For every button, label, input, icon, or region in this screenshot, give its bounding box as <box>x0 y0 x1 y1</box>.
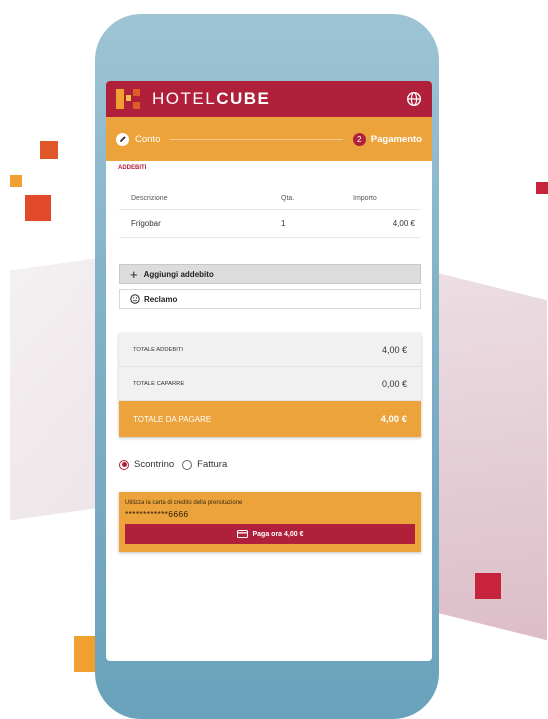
total-due-row: TOTALE DA PAGARE 4,00 € <box>119 401 421 437</box>
hotelcube-logo-icon <box>116 89 140 109</box>
pay-now-label: Paga ora 4,00 € <box>252 530 304 538</box>
pay-now-button[interactable]: Paga ora 4,00 € <box>125 524 415 544</box>
claim-label: Reclamo <box>144 294 178 304</box>
total-due-value: 4,00 € <box>380 413 407 425</box>
masked-card-number: ************6666 <box>125 509 189 519</box>
add-charge-button[interactable]: + Aggiungi addebito <box>119 264 421 284</box>
brand-name-bold: CUBE <box>216 89 271 108</box>
decor-square <box>40 141 58 159</box>
column-header-amount: Importo <box>353 194 377 202</box>
document-type-selector: Scontrino Fattura <box>119 459 432 470</box>
pencil-icon[interactable] <box>116 132 129 146</box>
plus-icon: + <box>130 266 138 282</box>
table-header: Descrizione Qta. Importo <box>119 187 421 210</box>
total-due-label: TOTALE DA PAGARE <box>133 414 212 424</box>
brand-name-light: HOTEL <box>152 89 217 108</box>
step-number-badge: 2 <box>352 132 366 146</box>
decor-square <box>25 195 51 221</box>
app-screen: HOTELCUBE Conto 2 Pagamento ADDEBITI Des… <box>106 81 432 661</box>
radio-receipt[interactable] <box>119 459 129 470</box>
decor-square <box>10 175 22 187</box>
radio-receipt-label[interactable]: Scontrino <box>134 459 174 470</box>
checkout-stepper: Conto 2 Pagamento <box>106 117 432 161</box>
section-title-charges: ADDEBITI <box>118 165 147 171</box>
step-pagamento[interactable]: Pagamento <box>371 134 422 145</box>
step-connector <box>170 138 343 140</box>
totals-panel: TOTALE ADDEBITI 4,00 € TOTALE CAPARRE 0,… <box>119 333 421 437</box>
step-conto[interactable]: Conto <box>135 134 160 145</box>
total-deposits-label: TOTALE CAPARRE <box>133 380 185 387</box>
table-row[interactable]: Frigobar 1 4,00 € <box>119 210 421 238</box>
card-hint-text: Utilizza la carta di credito della preno… <box>125 500 243 506</box>
total-charges-row: TOTALE ADDEBITI 4,00 € <box>119 333 421 367</box>
radio-invoice-label[interactable]: Fattura <box>197 459 227 470</box>
brand-name: HOTELCUBE <box>152 89 270 109</box>
charges-table: Descrizione Qta. Importo Frigobar 1 4,00… <box>119 187 421 238</box>
total-charges-label: TOTALE ADDEBITI <box>133 346 184 353</box>
column-header-qty: Qta. <box>281 194 295 202</box>
claim-button[interactable]: Reclamo <box>119 289 421 309</box>
total-charges-value: 4,00 € <box>381 344 407 355</box>
app-header: HOTELCUBE <box>106 81 432 117</box>
decor-square <box>475 573 501 599</box>
cell-amount: 4,00 € <box>392 219 415 228</box>
radio-invoice[interactable] <box>182 459 193 470</box>
add-charge-label: Aggiungi addebito <box>143 269 214 279</box>
decor-square <box>536 182 548 194</box>
cell-qty: 1 <box>281 219 286 228</box>
total-deposits-row: TOTALE CAPARRE 0,00 € <box>119 367 421 401</box>
decor-square <box>74 636 96 672</box>
cell-description: Frigobar <box>131 219 161 228</box>
column-header-description: Descrizione <box>131 194 168 202</box>
smiley-icon <box>130 294 140 304</box>
card-payment-panel: Utilizza la carta di credito della preno… <box>119 492 421 552</box>
globe-icon[interactable] <box>406 91 422 107</box>
total-deposits-value: 0,00 € <box>381 378 407 389</box>
credit-card-icon <box>236 530 248 538</box>
